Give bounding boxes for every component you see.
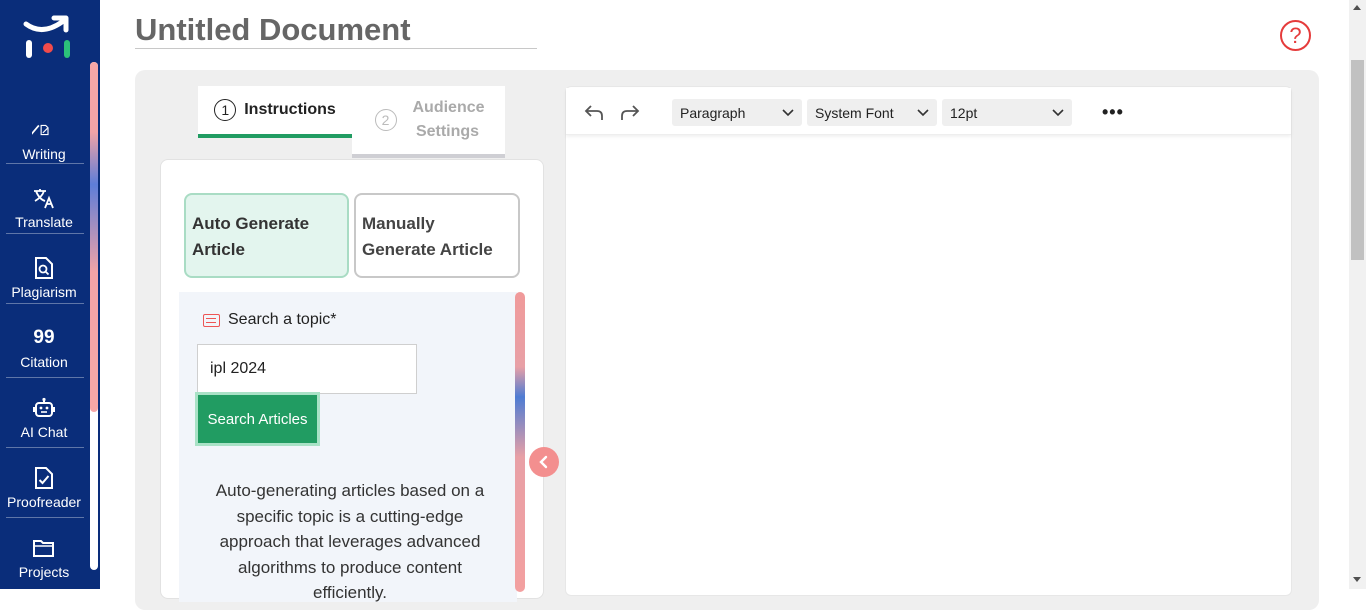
sidebar: Writing Translate Plagiarism 99 Citation…: [0, 0, 100, 589]
plagiarism-search-icon: [32, 256, 56, 280]
redo-icon[interactable]: [618, 100, 642, 124]
font-size-value: 12pt: [950, 104, 978, 121]
sidebar-item-label: Plagiarism: [11, 284, 77, 300]
font-family-value: System Font: [815, 104, 894, 121]
sidebar-item-proofreader[interactable]: Proofreader: [0, 453, 88, 523]
description-text: Auto-generating articles based on a spec…: [215, 481, 485, 602]
panel-scrollbar[interactable]: [515, 292, 525, 592]
sidebar-item-writing[interactable]: Writing: [0, 105, 88, 175]
sidebar-divider: [6, 517, 84, 518]
chevron-down-icon: [917, 109, 929, 117]
sidebar-item-label: AI Chat: [20, 424, 68, 440]
chevron-down-icon: [1052, 109, 1064, 117]
editor-area[interactable]: [565, 86, 1292, 596]
translate-icon: [32, 186, 56, 210]
tab-label: Instructions: [244, 101, 336, 118]
document-title[interactable]: Untitled Document: [135, 12, 537, 49]
proofread-check-icon: [32, 466, 56, 490]
step-number-badge: 2: [374, 109, 397, 131]
robot-icon: [32, 396, 56, 420]
search-articles-button[interactable]: Search Articles: [195, 392, 320, 446]
sidebar-item-label: Proofreader: [7, 494, 81, 510]
sidebar-divider: [6, 303, 84, 304]
sidebar-divider: [6, 447, 84, 448]
paragraph-format-value: Paragraph: [680, 104, 746, 121]
undo-icon[interactable]: [582, 100, 606, 124]
tab-label: Audience Settings: [412, 99, 485, 140]
sidebar-item-label: Writing: [22, 146, 66, 162]
sidebar-item-label: Citation: [20, 354, 68, 370]
sidebar-item-label: Translate: [15, 214, 73, 230]
font-family-select[interactable]: System Font: [807, 99, 937, 126]
tab-instructions[interactable]: 1 Instructions: [198, 86, 352, 138]
sidebar-item-projects[interactable]: Projects: [0, 523, 88, 593]
quote-icon: 99: [33, 327, 55, 348]
scroll-down-arrow-icon[interactable]: [1353, 577, 1361, 582]
more-options-icon[interactable]: •••: [1102, 102, 1124, 123]
step-number-badge: 1: [214, 99, 237, 121]
search-topic-label-text: Search a topic*: [228, 311, 337, 328]
page-scrollbar[interactable]: [1349, 0, 1366, 589]
sidebar-divider: [6, 233, 84, 234]
folder-icon: [32, 536, 56, 560]
page-scrollbar-thumb[interactable]: [1351, 60, 1364, 260]
search-topic-label: Search a topic*: [203, 311, 337, 329]
sidebar-item-label: Projects: [18, 564, 70, 580]
collapse-panel-button[interactable]: [529, 447, 559, 477]
app-logo-icon[interactable]: [22, 14, 74, 62]
edit-check-icon: [32, 118, 56, 142]
scroll-up-arrow-icon[interactable]: [1353, 5, 1361, 10]
manually-generate-article-button[interactable]: Manually Generate Article: [354, 193, 520, 278]
sidebar-scrollbar-thumb[interactable]: [90, 62, 98, 412]
sidebar-divider: [6, 377, 84, 378]
tab-audience-settings[interactable]: 2 Audience Settings: [352, 86, 505, 158]
sidebar-item-ai-chat[interactable]: AI Chat: [0, 383, 88, 453]
paragraph-format-select[interactable]: Paragraph: [672, 99, 802, 126]
font-size-select[interactable]: 12pt: [942, 99, 1072, 126]
sidebar-divider: [6, 163, 84, 164]
search-topic-input[interactable]: [197, 344, 417, 394]
chevron-down-icon: [782, 109, 794, 117]
keyboard-icon: [203, 313, 220, 327]
sidebar-item-citation[interactable]: 99 Citation: [0, 313, 88, 383]
help-icon[interactable]: ?: [1280, 20, 1311, 51]
chevron-left-icon: [539, 455, 548, 469]
auto-generate-article-button[interactable]: Auto Generate Article: [184, 193, 349, 278]
sidebar-scrollbar[interactable]: [90, 62, 98, 570]
